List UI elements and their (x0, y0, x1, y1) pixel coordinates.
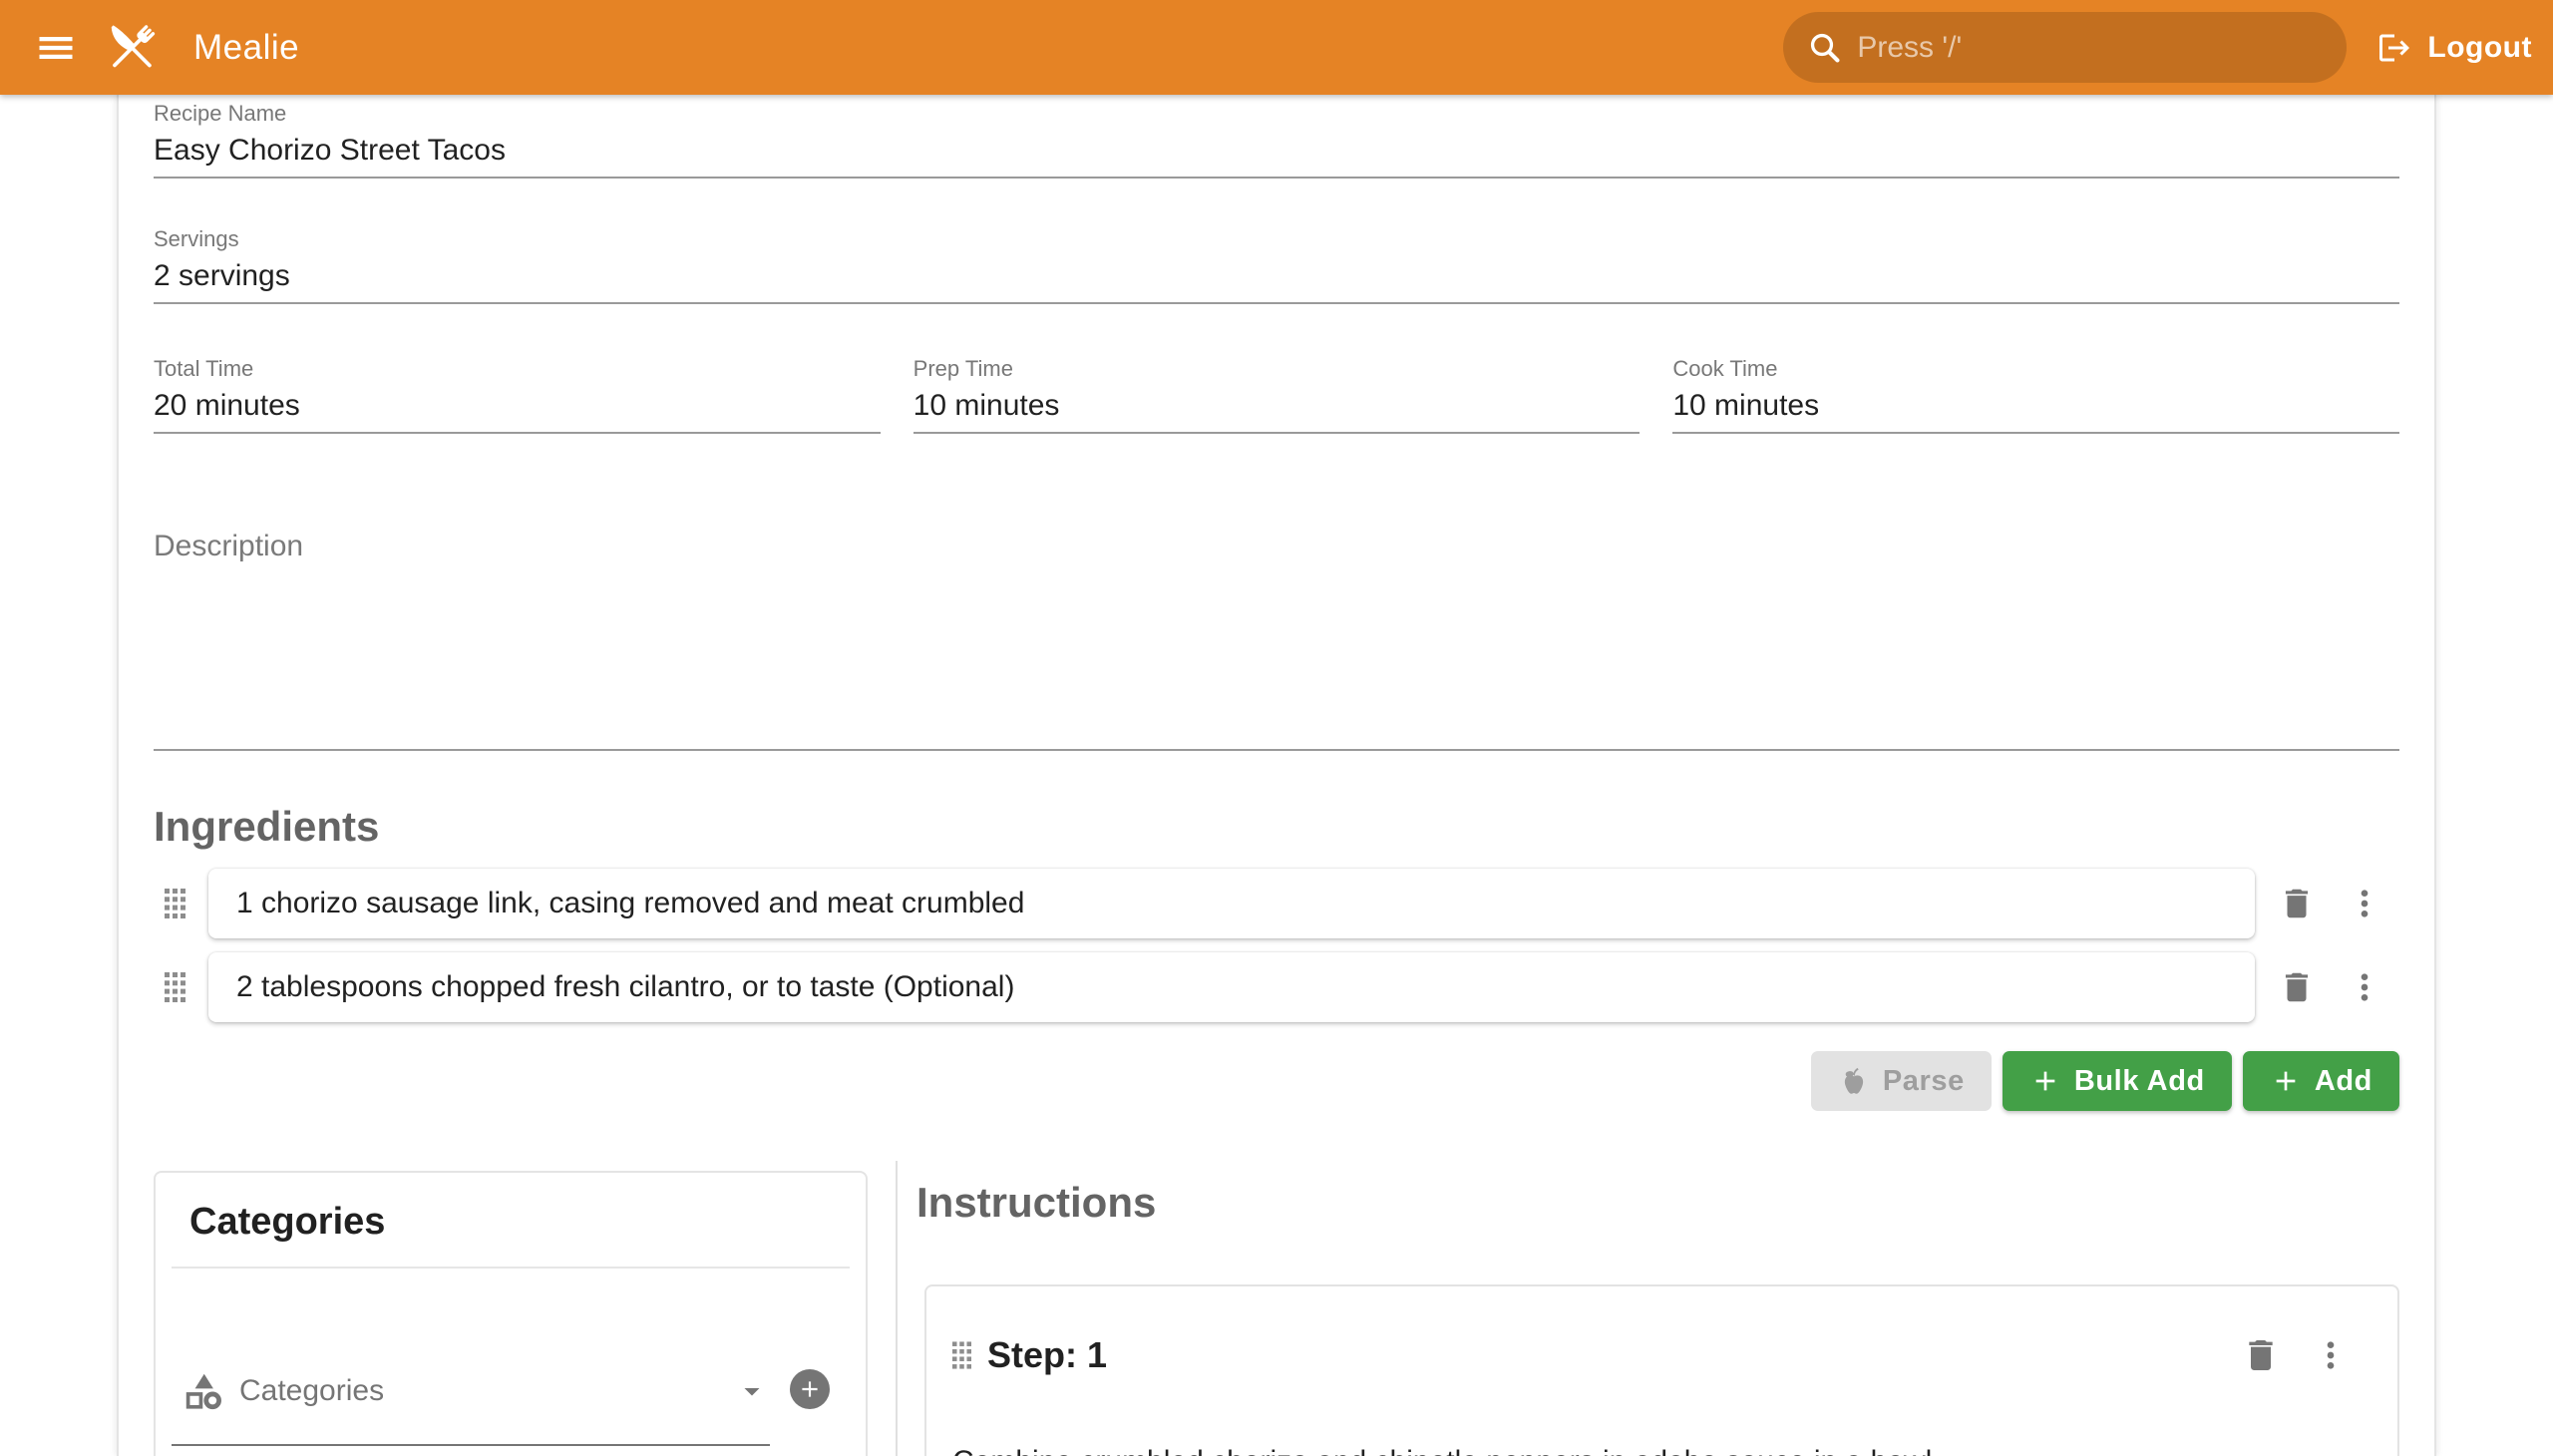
instruction-step-card: Step: 1 Combine crumbled chorizo and chi… (924, 1284, 2399, 1456)
shapes-icon (182, 1369, 225, 1413)
cook-time-label: Cook Time (1672, 356, 2399, 382)
create-category-button[interactable] (790, 1369, 830, 1409)
logout-button[interactable]: Logout (2376, 30, 2532, 66)
step-more-options-button[interactable] (2311, 1335, 2351, 1375)
categories-select[interactable]: Categories (172, 1338, 770, 1446)
ingredients-actions-row: Parse Bulk Add Add (154, 1051, 2399, 1111)
delete-ingredient-button[interactable] (2277, 967, 2317, 1007)
ingredient-input[interactable]: 1 chorizo sausage link, casing removed a… (208, 869, 2255, 938)
drag-handle-icon[interactable] (952, 1341, 971, 1369)
bottom-columns: Categories Categories (154, 1161, 2399, 1456)
cook-time-value[interactable]: 10 minutes (1672, 388, 2399, 424)
ingredient-more-options-button[interactable] (2345, 884, 2384, 923)
ingredient-row: 1 chorizo sausage link, casing removed a… (154, 869, 2399, 938)
add-button-label: Add (2315, 1065, 2372, 1098)
recipe-editor-card: Recipe Name Easy Chorizo Street Tacos Se… (117, 95, 2436, 1456)
description-label: Description (154, 530, 303, 563)
prep-time-field[interactable]: Prep Time 10 minutes (913, 356, 1641, 434)
recipe-name-underline (154, 177, 2399, 179)
chevron-down-icon[interactable] (734, 1373, 770, 1409)
prep-time-value[interactable]: 10 minutes (913, 388, 1641, 424)
ingredients-list: 1 chorizo sausage link, casing removed a… (154, 869, 2399, 1022)
app-title: Mealie (193, 28, 299, 68)
bulk-add-button[interactable]: Bulk Add (2003, 1051, 2232, 1111)
drag-handle-icon[interactable] (165, 889, 185, 918)
bulk-add-button-label: Bulk Add (2074, 1065, 2205, 1098)
total-time-label: Total Time (154, 356, 881, 382)
categories-select-row: Categories (172, 1269, 830, 1446)
plus-icon (2270, 1065, 2302, 1097)
time-fields-row: Total Time 20 minutes Prep Time 10 minut… (154, 356, 2399, 434)
step-header: Step: 1 (926, 1286, 2397, 1376)
ingredient-row: 2 tablespoons chopped fresh cilantro, or… (154, 952, 2399, 1022)
step-text-input[interactable]: Combine crumbled chorizo and chipotle pe… (952, 1442, 2371, 1456)
recipe-name-field[interactable]: Recipe Name Easy Chorizo Street Tacos (154, 95, 2399, 179)
delete-ingredient-button[interactable] (2277, 884, 2317, 923)
ingredient-more-options-button[interactable] (2345, 967, 2384, 1007)
delete-step-button[interactable] (2241, 1335, 2281, 1375)
search-box[interactable] (1783, 12, 2347, 83)
categories-select-label: Categories (239, 1374, 384, 1408)
servings-value[interactable]: 2 servings (154, 258, 2399, 294)
ingredients-heading: Ingredients (154, 803, 2399, 851)
instructions-column: Instructions Step: 1 (898, 1161, 2399, 1456)
plus-icon (2029, 1065, 2061, 1097)
servings-field[interactable]: Servings 2 servings (154, 226, 2399, 304)
parse-button[interactable]: Parse (1811, 1051, 1992, 1111)
categories-card-title: Categories (156, 1173, 866, 1245)
search-input[interactable] (1857, 31, 2337, 65)
cook-time-field[interactable]: Cook Time 10 minutes (1672, 356, 2399, 434)
instructions-heading: Instructions (916, 1179, 2399, 1227)
total-time-field[interactable]: Total Time 20 minutes (154, 356, 881, 434)
cook-time-underline (1672, 432, 2399, 434)
step-title: Step: 1 (987, 1334, 1107, 1376)
app-bar: Mealie Logout (0, 0, 2553, 95)
servings-label: Servings (154, 226, 2399, 252)
servings-underline (154, 302, 2399, 304)
total-time-value[interactable]: 20 minutes (154, 388, 881, 424)
hamburger-icon (34, 26, 78, 70)
categories-card: Categories Categories (154, 1171, 868, 1456)
logout-icon (2376, 30, 2412, 66)
parse-button-label: Parse (1883, 1065, 1965, 1098)
total-time-underline (154, 432, 881, 434)
recipe-name-value[interactable]: Easy Chorizo Street Tacos (154, 133, 2399, 169)
search-icon (1807, 30, 1843, 66)
add-ingredient-button[interactable]: Add (2243, 1051, 2399, 1111)
drag-handle-icon[interactable] (165, 972, 185, 1002)
logout-label: Logout (2427, 31, 2532, 65)
ingredient-input[interactable]: 2 tablespoons chopped fresh cilantro, or… (208, 952, 2255, 1022)
recipe-name-label: Recipe Name (154, 101, 2399, 127)
mealie-logo-icon[interactable] (98, 14, 166, 82)
prep-time-underline (913, 432, 1641, 434)
description-textarea[interactable]: Description (154, 474, 2399, 751)
prep-time-label: Prep Time (913, 356, 1641, 382)
hamburger-menu-button[interactable] (30, 22, 82, 74)
apple-icon (1838, 1065, 1870, 1097)
categories-column: Categories Categories (154, 1161, 896, 1456)
